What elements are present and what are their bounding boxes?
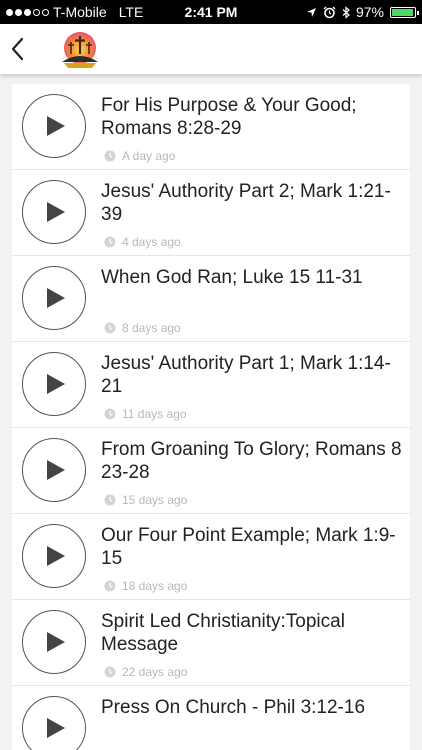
play-button[interactable] [22,696,86,750]
episode-title: Jesus' Authority Part 1; Mark 1:14-21 [101,353,391,397]
clock-icon [104,494,116,506]
episode-list-area[interactable]: For His Purpose & Your Good; Romans 8:28… [0,74,422,750]
play-icon [47,288,65,308]
location-icon [306,7,316,17]
episode-title: Jesus' Authority Part 2; Mark 1:21-39 [101,181,391,225]
play-icon [47,202,65,222]
episode-meta: 18 days ago [104,579,187,593]
episode-meta: A day ago [104,149,175,163]
list-item[interactable]: For His Purpose & Your Good; Romans 8:28… [12,84,410,170]
chevron-left-icon[interactable] [8,36,28,62]
episode-age: 4 days ago [122,235,181,249]
list-item[interactable]: Our Four Point Example; Mark 1:9-15 18 d… [12,514,410,600]
clock-icon [104,408,116,420]
episode-list: For His Purpose & Your Good; Romans 8:28… [12,84,410,750]
alarm-icon [323,6,336,18]
episode-age: 22 days ago [122,665,188,679]
episode-title: For His Purpose & Your Good; Romans 8:28… [101,95,357,139]
episode-age: A day ago [122,149,176,163]
status-right: 97% [306,4,419,20]
play-button[interactable] [22,180,86,244]
status-bar: T-Mobile LTE 2:41 PM 97% [0,0,422,24]
episode-meta: 11 days ago [104,407,187,421]
play-button[interactable] [22,438,86,502]
list-item[interactable]: When God Ran; Luke 15 11-31 8 days ago [12,256,410,342]
play-button[interactable] [22,610,86,674]
episode-meta: 15 days ago [104,493,187,507]
clock-icon [104,150,116,162]
play-icon [47,718,65,738]
list-item[interactable]: Jesus' Authority Part 2; Mark 1:21-39 4 … [12,170,410,256]
clock-icon [104,236,116,248]
clock-icon [104,322,116,334]
play-icon [47,632,65,652]
episode-meta: 8 days ago [104,321,181,335]
play-button[interactable] [22,266,86,330]
episode-title: Spirit Led Christianity:Topical Message [101,611,345,655]
battery-icon [390,6,419,18]
episode-title: When God Ran; Luke 15 11-31 [101,267,363,288]
episode-age: 11 days ago [122,407,187,421]
play-icon [47,116,65,136]
episode-meta: 4 days ago [104,235,181,249]
play-icon [47,546,65,566]
list-item[interactable]: Press On Church - Phil 3:12-16 [12,686,410,750]
play-button[interactable] [22,524,86,588]
clock-icon [104,580,116,592]
episode-title: Our Four Point Example; Mark 1:9-15 [101,525,396,569]
list-item[interactable]: Spirit Led Christianity:Topical Message … [12,600,410,686]
list-item[interactable]: From Groaning To Glory; Romans 8 23-28 1… [12,428,410,514]
church-logo [62,32,98,68]
episode-age: 18 days ago [122,579,188,593]
episode-age: 8 days ago [122,321,181,335]
play-icon [47,374,65,394]
episode-title: From Groaning To Glory; Romans 8 23-28 [101,439,402,483]
bluetooth-icon [342,5,350,19]
episode-meta: 22 days ago [104,665,187,679]
play-button[interactable] [22,352,86,416]
list-item[interactable]: Jesus' Authority Part 1; Mark 1:14-21 11… [12,342,410,428]
play-button[interactable] [22,94,86,158]
battery-percent: 97% [355,4,384,20]
clock-icon [104,666,116,678]
episode-title: Press On Church - Phil 3:12-16 [101,697,366,718]
nav-bar [0,24,422,74]
episode-age: 15 days ago [122,493,188,507]
play-icon [47,460,65,480]
